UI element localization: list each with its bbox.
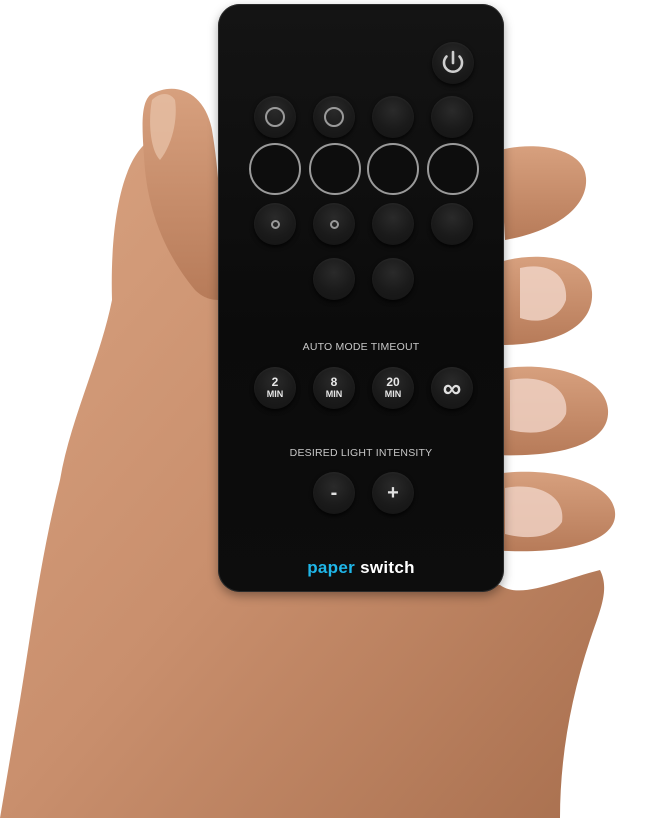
brand-part-2: switch xyxy=(360,558,415,577)
channel-3-main-button[interactable] xyxy=(367,143,419,195)
small-ring-icon xyxy=(265,107,285,127)
channel-2-top-button[interactable] xyxy=(313,96,355,138)
tiny-ring-icon xyxy=(329,219,339,229)
small-ring-icon xyxy=(324,107,344,127)
timeout-8min-button[interactable]: 8 MIN xyxy=(313,367,355,409)
timeout-20min-button[interactable]: 20 MIN xyxy=(372,367,414,409)
remote-control: AUTO MODE TIMEOUT 2 MIN 8 MIN 20 MIN ∞ D… xyxy=(218,4,504,592)
power-button[interactable] xyxy=(432,42,474,84)
intensity-plus-button[interactable]: + xyxy=(372,472,414,514)
brand-part-1: paper xyxy=(307,558,356,577)
timeout-unit: MIN xyxy=(384,389,402,399)
extra-button-1[interactable] xyxy=(313,258,355,300)
channel-4-bottom-button[interactable] xyxy=(431,203,473,245)
auto-mode-label: AUTO MODE TIMEOUT xyxy=(302,341,420,353)
power-icon xyxy=(442,50,464,73)
timeout-2min-button[interactable]: 2 MIN xyxy=(254,367,296,409)
timeout-number: 20 xyxy=(386,375,400,389)
timeout-infinite-button[interactable]: ∞ xyxy=(431,367,473,409)
intensity-label: DESIRED LIGHT INTENSITY xyxy=(289,447,433,459)
timeout-unit: MIN xyxy=(325,389,343,399)
timeout-number: 8 xyxy=(330,375,338,389)
channel-3-bottom-button[interactable] xyxy=(372,203,414,245)
channel-3-top-button[interactable] xyxy=(372,96,414,138)
intensity-minus-button[interactable]: - xyxy=(313,472,355,514)
plus-icon: + xyxy=(387,481,399,504)
channel-1-bottom-button[interactable] xyxy=(254,203,296,245)
channel-1-main-button[interactable] xyxy=(249,143,301,195)
brand-logo: paper switch xyxy=(218,558,504,578)
tiny-ring-icon xyxy=(270,219,280,229)
minus-icon: - xyxy=(330,481,338,504)
channel-1-top-button[interactable] xyxy=(254,96,296,138)
timeout-number: 2 xyxy=(271,375,279,389)
remote-photo: AUTO MODE TIMEOUT 2 MIN 8 MIN 20 MIN ∞ D… xyxy=(0,0,664,818)
infinity-icon: ∞ xyxy=(442,372,462,403)
channel-4-main-button[interactable] xyxy=(427,143,479,195)
channel-2-bottom-button[interactable] xyxy=(313,203,355,245)
channel-2-main-button[interactable] xyxy=(309,143,361,195)
channel-4-top-button[interactable] xyxy=(431,96,473,138)
extra-button-2[interactable] xyxy=(372,258,414,300)
timeout-unit: MIN xyxy=(266,389,284,399)
